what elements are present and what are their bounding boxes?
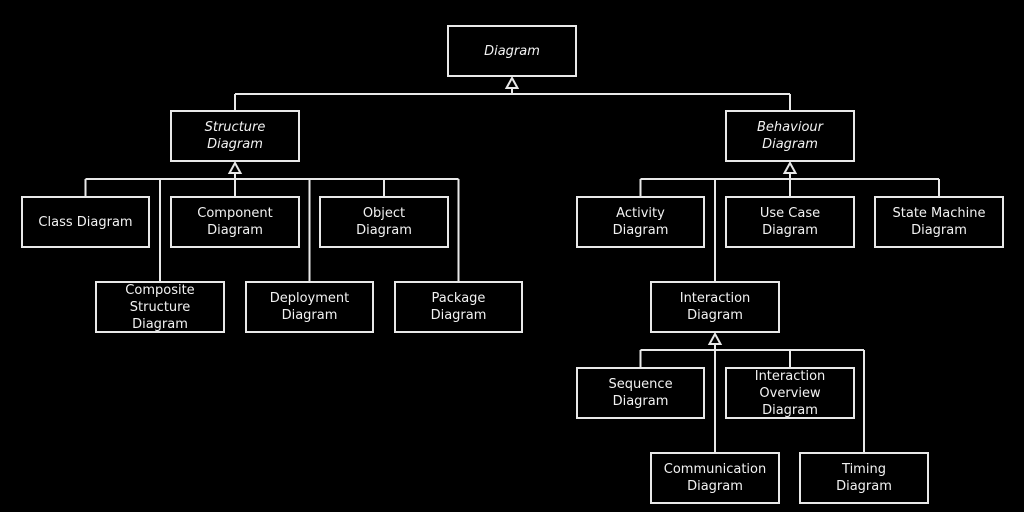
node-component-diagram-label: Component Diagram: [197, 206, 273, 238]
node-behaviour-diagram-label: Behaviour Diagram: [757, 120, 823, 152]
generalization-arrowhead-diagram: [504, 75, 520, 89]
generalization-arrowhead-interaction: [707, 331, 723, 345]
node-composite-structure-diagram-label: Composite Structure Diagram: [125, 282, 195, 332]
node-package-diagram[interactable]: Package Diagram: [394, 281, 523, 333]
node-timing-diagram[interactable]: Timing Diagram: [799, 452, 929, 504]
node-interaction-overview-diagram[interactable]: Interaction Overview Diagram: [725, 367, 855, 419]
node-class-diagram-label: Class Diagram: [38, 214, 133, 230]
node-deployment-diagram[interactable]: Deployment Diagram: [245, 281, 374, 333]
node-object-diagram-label: Object Diagram: [356, 206, 412, 238]
node-interaction-diagram[interactable]: Interaction Diagram: [650, 281, 780, 333]
node-sequence-diagram-label: Sequence Diagram: [608, 377, 673, 409]
node-package-diagram-label: Package Diagram: [430, 291, 487, 323]
node-class-diagram[interactable]: Class Diagram: [21, 196, 150, 248]
node-object-diagram[interactable]: Object Diagram: [319, 196, 449, 248]
node-use-case-diagram[interactable]: Use Case Diagram: [725, 196, 855, 248]
node-sequence-diagram[interactable]: Sequence Diagram: [576, 367, 705, 419]
node-state-machine-diagram[interactable]: State Machine Diagram: [874, 196, 1004, 248]
node-activity-diagram[interactable]: Activity Diagram: [576, 196, 705, 248]
node-interaction-overview-diagram-label: Interaction Overview Diagram: [754, 368, 826, 418]
node-use-case-diagram-label: Use Case Diagram: [759, 206, 821, 238]
node-state-machine-diagram-label: State Machine Diagram: [892, 206, 986, 238]
node-structure-diagram-label: Structure Diagram: [204, 120, 266, 152]
generalization-arrowhead-behaviour: [782, 160, 798, 174]
node-interaction-diagram-label: Interaction Diagram: [679, 291, 751, 323]
node-communication-diagram-label: Communication Diagram: [663, 462, 767, 494]
node-behaviour-diagram[interactable]: Behaviour Diagram: [725, 110, 855, 162]
node-diagram-label: Diagram: [484, 43, 540, 59]
node-structure-diagram[interactable]: Structure Diagram: [170, 110, 300, 162]
node-component-diagram[interactable]: Component Diagram: [170, 196, 300, 248]
node-timing-diagram-label: Timing Diagram: [836, 462, 892, 494]
node-diagram[interactable]: Diagram: [447, 25, 577, 77]
generalization-arrowhead-structure: [227, 160, 243, 174]
node-deployment-diagram-label: Deployment Diagram: [269, 291, 350, 323]
node-activity-diagram-label: Activity Diagram: [612, 206, 669, 238]
node-communication-diagram[interactable]: Communication Diagram: [650, 452, 780, 504]
node-composite-structure-diagram[interactable]: Composite Structure Diagram: [95, 281, 225, 333]
